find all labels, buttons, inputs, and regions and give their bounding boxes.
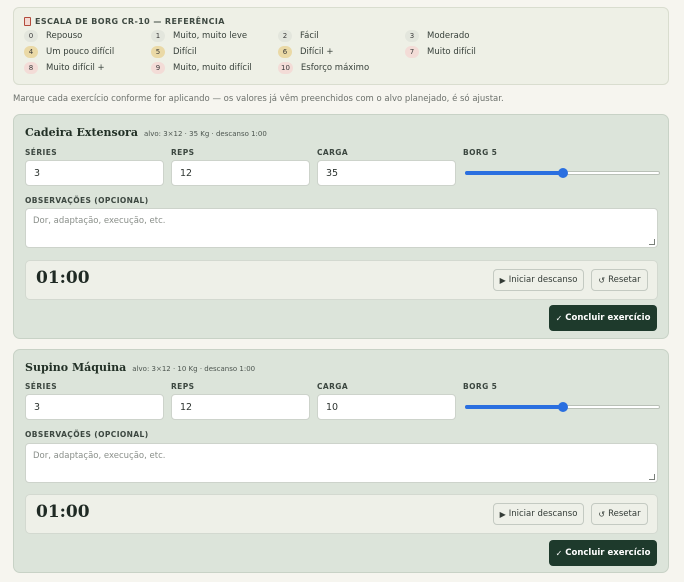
notes-textarea[interactable]: Dor, adaptação, execução, etc. xyxy=(25,443,658,483)
series-label: SÉRIES xyxy=(25,382,58,391)
complete-exercise-label: Concluir exercício xyxy=(565,548,651,558)
rest-timer: 01:00 ▶ Iniciar descanso ↺ Resetar xyxy=(25,260,658,300)
series-input[interactable]: 3 xyxy=(25,160,164,186)
play-icon: ▶ xyxy=(499,275,506,285)
carga-input[interactable]: 35 xyxy=(317,160,456,186)
borg-level-label: Muito, muito leve xyxy=(173,31,248,41)
slider-fill xyxy=(465,171,563,175)
borg-scale-item: 3 Moderado xyxy=(405,28,532,44)
slider-thumb[interactable] xyxy=(558,168,568,178)
borg-level-label: Um pouco difícil xyxy=(46,47,115,57)
exercise-name: Supino Máquina xyxy=(25,361,127,374)
book-icon xyxy=(24,16,31,26)
series-label: SÉRIES xyxy=(25,148,58,157)
borg-scale-item: 4 Um pouco difícil xyxy=(24,44,151,60)
start-rest-button[interactable]: ▶ Iniciar descanso xyxy=(493,503,584,525)
notes-placeholder: Dor, adaptação, execução, etc. xyxy=(33,451,166,461)
borg-level-badge: 7 xyxy=(405,46,419,58)
borg-level-badge: 5 xyxy=(151,46,165,58)
carga-label: CARGA xyxy=(317,382,349,391)
borg-scale-title: ESCALA DE BORG CR-10 — REFERÊNCIA xyxy=(24,15,658,27)
exercise-header: Supino Máquina alvo: 3×12 · 10 Kg · desc… xyxy=(25,361,255,374)
notes-label: OBSERVAÇÕES (OPCIONAL) xyxy=(25,430,149,439)
borg-level-badge: 0 xyxy=(24,30,38,42)
reset-label: Resetar xyxy=(608,509,641,519)
play-icon: ▶ xyxy=(499,509,506,519)
reset-icon: ↺ xyxy=(598,509,606,519)
timer-display: 01:00 xyxy=(36,502,90,522)
borg-level-badge: 4 xyxy=(24,46,38,58)
reps-input[interactable]: 12 xyxy=(171,160,310,186)
notes-label: OBSERVAÇÕES (OPCIONAL) xyxy=(25,196,149,205)
exercise-target: alvo: 3×12 · 35 Kg · descanso 1:00 xyxy=(143,130,267,138)
borg-scale-reference: ESCALA DE BORG CR-10 — REFERÊNCIA 0 Repou… xyxy=(13,7,669,85)
start-rest-label: Iniciar descanso xyxy=(508,509,578,519)
borg-scale-item: 5 Difícil xyxy=(151,44,278,60)
notes-textarea[interactable]: Dor, adaptação, execução, etc. xyxy=(25,208,658,248)
borg-level-label: Muito difícil + xyxy=(46,63,105,73)
borg-level-label: Esforço máximo xyxy=(300,63,370,73)
borg-scale-item: 8 Muito difícil + xyxy=(24,60,151,76)
exercise-card: Cadeira Extensora alvo: 3×12 · 35 Kg · d… xyxy=(13,114,669,339)
reps-input[interactable]: 12 xyxy=(171,394,310,420)
resize-handle-icon[interactable] xyxy=(649,474,655,480)
borg-level-badge: 3 xyxy=(405,30,419,42)
slider-fill xyxy=(465,405,563,409)
borg-level-badge: 8 xyxy=(24,62,38,74)
borg-level-label: Moderado xyxy=(427,31,470,41)
carga-input[interactable]: 10 xyxy=(317,394,456,420)
reset-icon: ↺ xyxy=(598,275,606,285)
reset-button[interactable]: ↺ Resetar xyxy=(591,269,648,291)
borg-scale-item: 7 Muito difícil xyxy=(405,44,532,60)
carga-label: CARGA xyxy=(317,148,349,157)
exercise-header: Cadeira Extensora alvo: 3×12 · 35 Kg · d… xyxy=(25,126,267,139)
borg-level-label: Muito, muito difícil xyxy=(173,63,252,73)
borg-level-label: Fácil xyxy=(300,31,319,41)
complete-exercise-button[interactable]: ✓ Concluir exercício xyxy=(549,540,657,566)
borg-level-label: Difícil xyxy=(173,47,197,57)
borg-scale-item: 1 Muito, muito leve xyxy=(151,28,278,44)
borg-level-badge: 6 xyxy=(278,46,292,58)
complete-exercise-button[interactable]: ✓ Concluir exercício xyxy=(549,305,657,331)
complete-exercise-label: Concluir exercício xyxy=(565,313,651,323)
reps-label: REPS xyxy=(171,382,195,391)
notes-placeholder: Dor, adaptação, execução, etc. xyxy=(33,216,166,226)
borg-scale-item: 10 Esforço máximo xyxy=(278,60,405,76)
borg-scale-item: 9 Muito, muito difícil xyxy=(151,60,278,76)
borg-level-badge: 9 xyxy=(151,62,165,74)
exercise-name: Cadeira Extensora xyxy=(25,126,138,139)
borg-label: BORG 5 xyxy=(463,148,498,157)
borg-scale-grid: 0 Repouso 1 Muito, muito leve 2 Fácil 3 Moderad… xyxy=(24,28,658,76)
borg-slider[interactable] xyxy=(465,399,660,415)
borg-level-badge: 1 xyxy=(151,30,165,42)
reset-button[interactable]: ↺ Resetar xyxy=(591,503,648,525)
borg-label: BORG 5 xyxy=(463,382,498,391)
start-rest-label: Iniciar descanso xyxy=(508,275,578,285)
borg-level-label: Muito difícil xyxy=(427,47,476,57)
borg-scale-item: 0 Repouso xyxy=(24,28,151,44)
borg-scale-title-text: ESCALA DE BORG CR-10 — REFERÊNCIA xyxy=(35,16,225,26)
check-icon: ✓ xyxy=(555,313,563,323)
resize-handle-icon[interactable] xyxy=(649,239,655,245)
exercise-target: alvo: 3×12 · 10 Kg · descanso 1:00 xyxy=(132,365,256,373)
check-icon: ✓ xyxy=(555,548,563,558)
timer-display: 01:00 xyxy=(36,268,90,288)
borg-level-badge: 2 xyxy=(278,30,292,42)
borg-level-label: Repouso xyxy=(46,31,83,41)
borg-scale-item: 6 Difícil + xyxy=(278,44,405,60)
series-input[interactable]: 3 xyxy=(25,394,164,420)
slider-thumb[interactable] xyxy=(558,402,568,412)
borg-scale-item: 2 Fácil xyxy=(278,28,405,44)
borg-slider[interactable] xyxy=(465,165,660,181)
rest-timer: 01:00 ▶ Iniciar descanso ↺ Resetar xyxy=(25,494,658,534)
reset-label: Resetar xyxy=(608,275,641,285)
borg-level-badge: 10 xyxy=(278,62,293,74)
exercise-card: Supino Máquina alvo: 3×12 · 10 Kg · desc… xyxy=(13,349,669,573)
intro-text: Marque cada exercício conforme for aplic… xyxy=(13,94,504,104)
borg-level-label: Difícil + xyxy=(300,47,334,57)
reps-label: REPS xyxy=(171,148,195,157)
start-rest-button[interactable]: ▶ Iniciar descanso xyxy=(493,269,584,291)
